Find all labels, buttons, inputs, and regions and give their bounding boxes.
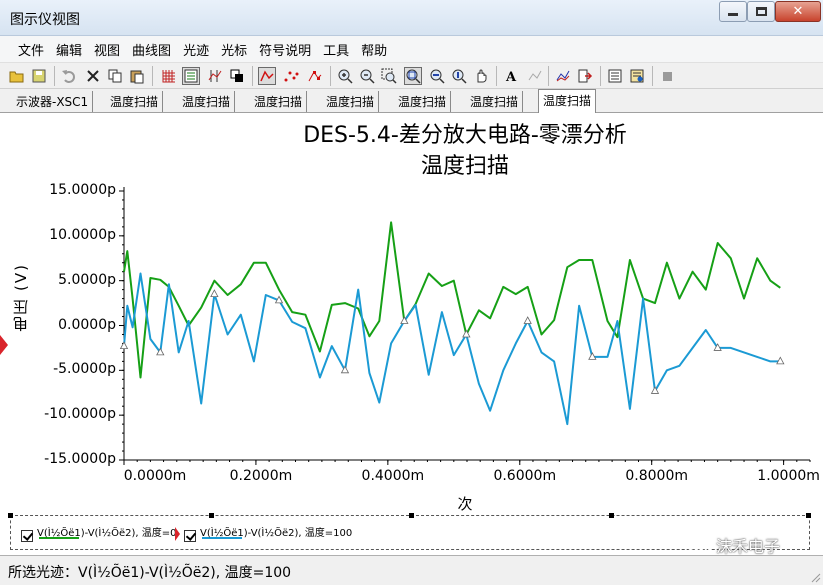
maximize-button[interactable]: [747, 1, 775, 22]
legend-item-temp-100[interactable]: V(Ì½Õë1)-V(Ì½Õë2), 温度=100: [175, 522, 352, 546]
window-controls: ✕: [719, 1, 821, 23]
menu-help[interactable]: 帮助: [361, 40, 387, 59]
series-line-1[interactable]: [123, 272, 781, 426]
zoom-full-icon[interactable]: [380, 67, 398, 85]
grid-icon[interactable]: [160, 67, 178, 85]
trace-line-icon[interactable]: [258, 67, 276, 85]
graph-area[interactable]: DES-5.4-差分放大电路-零漂分析 温度扫描 电压 (V) 次 15.000…: [0, 113, 823, 513]
zoom-x-icon[interactable]: [428, 67, 446, 85]
text-icon[interactable]: A: [502, 67, 520, 85]
tab-temp-sweep-1[interactable]: 温度扫描: [106, 91, 164, 112]
dots-icon[interactable]: [282, 67, 300, 85]
menu-cursor[interactable]: 光标: [221, 40, 247, 59]
tab-temp-sweep-2[interactable]: 温度扫描: [178, 91, 236, 112]
window-title: 图示仪视图: [10, 12, 80, 28]
legend-resize-handle[interactable]: [8, 513, 13, 518]
maximize-icon: [755, 7, 767, 16]
resize-grip-icon[interactable]: [809, 571, 821, 583]
zoom-y-icon[interactable]: [450, 67, 468, 85]
toolbar-separator: [496, 66, 497, 86]
paste-icon[interactable]: [128, 67, 146, 85]
selected-trace-icon: [175, 527, 180, 541]
menu-legend[interactable]: 符号说明: [259, 40, 311, 59]
toolbar-separator: [548, 66, 549, 86]
delete-icon[interactable]: [84, 67, 102, 85]
toolbar: A: [0, 62, 823, 89]
chart-canvas: [119, 187, 811, 465]
properties-icon[interactable]: [628, 67, 646, 85]
graph-icon[interactable]: [554, 67, 572, 85]
label-icon[interactable]: [526, 67, 544, 85]
status-text: 所选光迹：V(Ì½Õë1)-V(Ì½Õë2), 温度=100: [8, 565, 292, 581]
legend-checkbox[interactable]: [21, 530, 33, 542]
minimize-button[interactable]: [719, 1, 747, 22]
legend-resize-handle[interactable]: [609, 513, 614, 518]
undo-icon[interactable]: [60, 67, 78, 85]
stop-icon[interactable]: [658, 67, 676, 85]
legend-resize-handle[interactable]: [409, 513, 414, 518]
svg-text:A: A: [505, 70, 517, 84]
zoom-in-icon[interactable]: [336, 67, 354, 85]
menu-tools[interactable]: 工具: [323, 40, 349, 59]
legend-icon[interactable]: [182, 67, 200, 85]
menu-edit[interactable]: 编辑: [56, 40, 82, 59]
overlay-icon[interactable]: [228, 67, 246, 85]
series-point-marker: [210, 289, 219, 298]
tab-temp-sweep-7[interactable]: 温度扫描: [538, 89, 597, 113]
tab-temp-sweep-4[interactable]: 温度扫描: [322, 91, 380, 112]
legend-checkbox[interactable]: [184, 530, 196, 542]
zoom-area-icon[interactable]: [404, 67, 422, 85]
window-title-bar: 图示仪视图 ✕: [0, 0, 823, 36]
cursor-icon[interactable]: [206, 67, 224, 85]
tab-temp-sweep-5[interactable]: 温度扫描: [394, 91, 452, 112]
series-point-marker: [119, 341, 129, 350]
tab-temp-sweep-3[interactable]: 温度扫描: [250, 91, 308, 112]
graph-tabs: 示波器-XSC1 温度扫描 温度扫描 温度扫描 温度扫描 温度扫描 温度扫描 温…: [0, 89, 823, 113]
tab-oscilloscope[interactable]: 示波器-XSC1: [12, 91, 94, 112]
menu-bar: 文件 编辑 视图 曲线图 光迹 光标 符号说明 工具 帮助: [0, 36, 823, 62]
series-point-marker: [523, 316, 532, 324]
toolbar-separator: [600, 66, 601, 86]
watermark: 沫禾电子: [686, 533, 780, 557]
copy-icon[interactable]: [106, 67, 124, 85]
toolbar-separator: [152, 66, 153, 86]
toolbar-separator: [652, 66, 653, 86]
save-icon[interactable]: [30, 67, 48, 85]
markers-icon[interactable]: [306, 67, 324, 85]
legend-resize-handle[interactable]: [209, 513, 214, 518]
wechat-icon: [686, 536, 711, 554]
legend-item-temp-0[interactable]: V(Ì½Õë1)-V(Ì½Õë2), 温度=0: [21, 522, 176, 546]
menu-view[interactable]: 视图: [94, 40, 120, 59]
minimize-icon: [728, 13, 738, 16]
toolbar-separator: [252, 66, 253, 86]
menu-file[interactable]: 文件: [18, 40, 44, 59]
legend-label: V(Ì½Õë1)-V(Ì½Õë2), 温度=100: [200, 528, 353, 539]
pan-icon[interactable]: [472, 67, 490, 85]
open-folder-icon[interactable]: [8, 67, 26, 85]
series-line-0[interactable]: [123, 221, 781, 379]
tab-temp-sweep-6[interactable]: 温度扫描: [466, 91, 524, 112]
close-icon: ✕: [792, 4, 804, 19]
status-bar: 所选光迹：V(Ì½Õë1)-V(Ì½Õë2), 温度=100: [0, 555, 823, 585]
menu-trace[interactable]: 光迹: [183, 40, 209, 59]
legend-label: V(Ì½Õë1)-V(Ì½Õë2), 温度=0: [37, 528, 177, 539]
watermark-text: 沫禾电子: [716, 537, 781, 556]
export-icon[interactable]: [576, 67, 594, 85]
legend-resize-handle[interactable]: [806, 513, 811, 518]
zoom-out-icon[interactable]: [358, 67, 376, 85]
menu-graph[interactable]: 曲线图: [132, 40, 171, 59]
print-icon[interactable]: [606, 67, 624, 85]
close-button[interactable]: ✕: [775, 1, 821, 22]
toolbar-separator: [330, 66, 331, 86]
toolbar-separator: [54, 66, 55, 86]
